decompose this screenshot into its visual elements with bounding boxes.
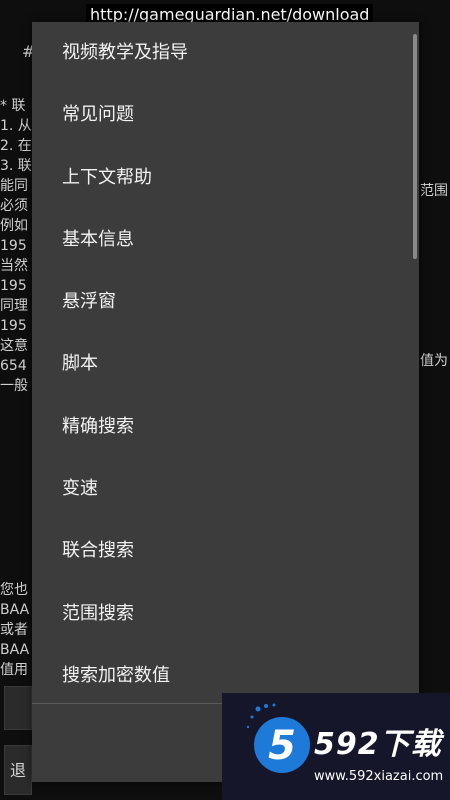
background-line: 您也 (0, 582, 28, 598)
menu-item-speed-hack[interactable]: 变速 (32, 458, 419, 520)
watermark-url: www.592xiazai.com (314, 769, 444, 784)
exit-button[interactable]: 退 (4, 745, 32, 795)
menu-item-video-tutorial[interactable]: 视频教学及指导 (32, 22, 419, 84)
watermark-logo-icon: 5 (246, 703, 310, 773)
background-line: 或者 (0, 622, 28, 638)
menu-item-basic-info[interactable]: 基本信息 (32, 209, 419, 271)
watermark-title: 592下载 (314, 727, 442, 762)
background-right-text: 范围 (420, 183, 448, 199)
menu-item-exact-search[interactable]: 精确搜索 (32, 396, 419, 458)
help-menu: 视频教学及指导 常见问题 上下文帮助 基本信息 悬浮窗 脚本 精确搜索 变速 联… (32, 22, 419, 782)
background-line: BAA (0, 642, 30, 658)
menu-item-range-search[interactable]: 范围搜索 (32, 583, 419, 645)
menu-scrollbar[interactable] (413, 34, 417, 259)
background-line: BAA (0, 602, 30, 618)
watermark: 5 592下载 www.592xiazai.com (222, 693, 450, 800)
background-line: 值用 (0, 662, 28, 678)
background-bottom-text: 您也 BAA 或者 BAA 值用 (0, 580, 36, 680)
background-button[interactable] (4, 686, 32, 730)
menu-item-faq[interactable]: 常见问题 (32, 84, 419, 146)
watermark-logo-digit: 5 (268, 723, 296, 769)
menu-item-group-search[interactable]: 联合搜索 (32, 520, 419, 582)
background-right-text: 值为 (420, 353, 448, 369)
menu-item-context-help[interactable]: 上下文帮助 (32, 147, 419, 209)
menu-item-floating-window[interactable]: 悬浮窗 (32, 271, 419, 333)
menu-item-script[interactable]: 脚本 (32, 333, 419, 395)
